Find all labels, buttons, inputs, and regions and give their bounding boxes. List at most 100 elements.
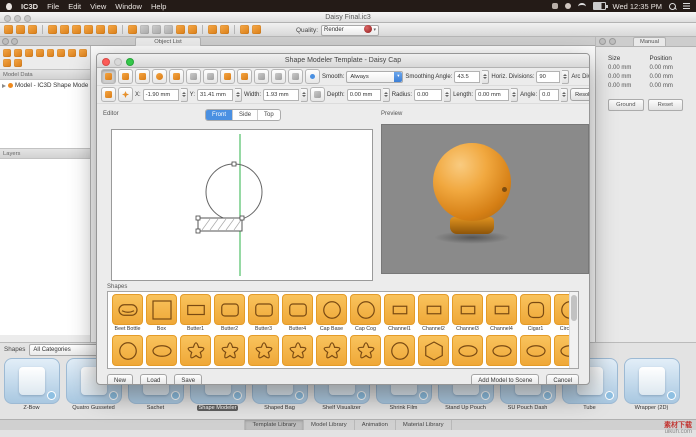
add-icon[interactable] xyxy=(3,49,11,57)
zoom-region-icon[interactable] xyxy=(135,69,150,84)
cancel-button[interactable]: Cancel xyxy=(546,374,579,385)
record-icon[interactable] xyxy=(364,25,372,33)
menu-clock[interactable]: Wed 12:35 PM xyxy=(613,2,662,11)
save-button[interactable]: Save xyxy=(174,374,202,385)
position-value-1[interactable]: 0.00 mm xyxy=(650,74,684,80)
y-field[interactable]: 31.41 mm xyxy=(197,89,233,101)
remove-icon[interactable] xyxy=(14,49,22,57)
new-model-icon[interactable] xyxy=(3,59,11,67)
tab-animation[interactable]: Animation xyxy=(354,420,395,430)
view-tab-top[interactable]: Top xyxy=(257,110,280,120)
scale-icon[interactable] xyxy=(96,25,105,34)
menu-app[interactable]: IC3D xyxy=(21,2,38,11)
shape-item-butter4[interactable]: Butter4 xyxy=(282,294,313,334)
rect-tool-icon[interactable] xyxy=(220,69,235,84)
spotlight-icon[interactable] xyxy=(669,3,676,10)
hide-icon[interactable] xyxy=(68,49,76,57)
length-field[interactable]: 0.00 mm xyxy=(475,89,509,101)
y-stepper[interactable] xyxy=(235,88,242,102)
ground-button[interactable]: Ground xyxy=(608,99,644,111)
export-icon[interactable] xyxy=(36,49,44,57)
menu-window[interactable]: Window xyxy=(115,2,142,11)
mirror-icon[interactable] xyxy=(128,25,137,34)
redo-icon[interactable] xyxy=(252,25,261,34)
radius-stepper[interactable] xyxy=(444,88,451,102)
settings-icon[interactable] xyxy=(79,49,87,57)
wifi-icon[interactable] xyxy=(578,3,586,10)
view-tab-front[interactable]: Front xyxy=(206,110,232,120)
layers-list[interactable] xyxy=(0,159,90,335)
panel-icon-1[interactable] xyxy=(599,38,606,45)
pan-icon[interactable] xyxy=(84,25,93,34)
horiz-divisions-stepper[interactable] xyxy=(562,70,569,84)
menu-edit[interactable]: Edit xyxy=(68,2,81,11)
shape-item-row2-8[interactable] xyxy=(384,335,415,366)
battery-icon[interactable] xyxy=(593,2,606,10)
shape-item-cap-cog[interactable]: Cap Cog xyxy=(350,294,381,334)
size-value-2[interactable]: 0.00 mm xyxy=(608,83,642,89)
model-data-list[interactable]: Model - IC3D Shape Mode xyxy=(0,80,90,148)
view-tab-side[interactable]: Side xyxy=(232,110,257,120)
apple-icon[interactable] xyxy=(6,3,12,10)
import-icon[interactable] xyxy=(25,49,33,57)
add-model-to-scene-button[interactable]: Add Model to Scene xyxy=(471,374,539,385)
new-icon[interactable] xyxy=(4,25,13,34)
shape-item-channel2[interactable]: Channel2 xyxy=(418,294,449,334)
redo-icon[interactable] xyxy=(203,69,218,84)
shape-item-row2-9[interactable] xyxy=(418,335,449,366)
menu-help[interactable]: Help xyxy=(151,2,166,11)
smooth-select[interactable]: Always▾ xyxy=(346,71,403,83)
shape-item-channel3[interactable]: Channel3 xyxy=(452,294,483,334)
shape-item-row2-10[interactable] xyxy=(452,335,483,366)
tab-material-library[interactable]: Material Library xyxy=(395,420,452,430)
edit-profile-button[interactable] xyxy=(310,87,325,102)
point-tool-icon[interactable] xyxy=(237,69,252,84)
3d-preview-canvas[interactable] xyxy=(381,124,589,274)
radius-field[interactable]: 0.00 xyxy=(414,89,442,101)
bottle-icon[interactable] xyxy=(220,25,229,34)
shape-item-channel4[interactable]: Channel4 xyxy=(486,294,517,334)
width-stepper[interactable] xyxy=(301,88,308,102)
notification-center-icon[interactable] xyxy=(683,3,690,9)
resolve-incorrect-button[interactable]: Resolve Incorrect xyxy=(570,88,589,101)
shape-item-row2-3[interactable] xyxy=(214,335,245,366)
undo-icon[interactable] xyxy=(186,69,201,84)
x-field[interactable]: -1.90 mm xyxy=(143,89,179,101)
horiz-divisions-field[interactable]: 90 xyxy=(536,71,560,83)
undo-icon[interactable] xyxy=(240,25,249,34)
shape-item-row2-6[interactable] xyxy=(316,335,347,366)
close-icon[interactable] xyxy=(102,58,110,66)
smoothing-angle-stepper[interactable] xyxy=(482,70,489,84)
panel-icon-2[interactable] xyxy=(609,38,616,45)
shape-item-row2-2[interactable] xyxy=(180,335,211,366)
zoom-icon[interactable] xyxy=(118,69,133,84)
width-field[interactable]: 1.93 mm xyxy=(263,89,299,101)
disclosure-icon[interactable] xyxy=(2,84,6,88)
box-icon[interactable] xyxy=(208,25,217,34)
angle-stepper[interactable] xyxy=(561,88,568,102)
shape-item-butter2[interactable]: Butter2 xyxy=(214,294,245,334)
profile-editor-canvas[interactable] xyxy=(111,129,373,281)
tab-manual[interactable]: Manual xyxy=(633,37,666,46)
length-stepper[interactable] xyxy=(511,88,518,102)
x-stepper[interactable] xyxy=(181,88,188,102)
group-icon[interactable] xyxy=(140,25,149,34)
measure-icon[interactable] xyxy=(176,25,185,34)
reset-button[interactable]: Reset xyxy=(648,99,684,111)
angle-field[interactable]: 0.0 xyxy=(539,89,559,101)
sphere-icon[interactable] xyxy=(152,69,167,84)
duplicate-icon[interactable] xyxy=(47,49,55,57)
curve-icon[interactable] xyxy=(288,69,303,84)
delete-model-icon[interactable] xyxy=(14,59,22,67)
move-points-button[interactable] xyxy=(118,87,133,102)
distribute-icon[interactable] xyxy=(164,25,173,34)
shape-item-channel1[interactable]: Channel1 xyxy=(384,294,415,334)
size-value-0[interactable]: 0.00 mm xyxy=(608,65,642,71)
shape-item-beet-bottle[interactable]: Beet Bottle xyxy=(112,294,143,334)
tree-item-model[interactable]: Model - IC3D Shape Mode xyxy=(2,82,90,89)
smoothing-angle-field[interactable]: 43.5 xyxy=(454,71,480,83)
snap-icon[interactable] xyxy=(188,25,197,34)
shape-item-row2-11[interactable] xyxy=(486,335,517,366)
shape-item-cigar1[interactable]: Cigar1 xyxy=(520,294,551,334)
shapes-scrollbar[interactable] xyxy=(569,292,578,368)
